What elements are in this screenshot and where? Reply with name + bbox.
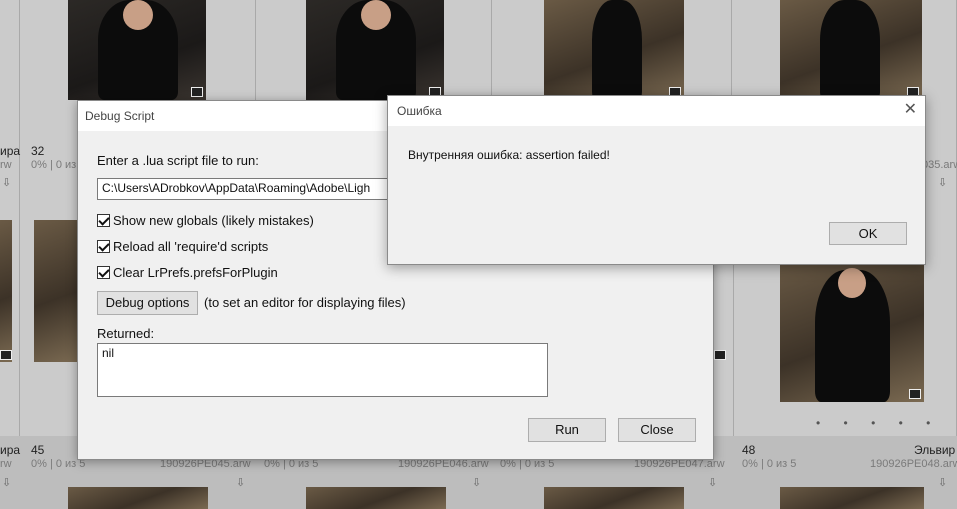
show-new-globals-label[interactable]: Show new globals (likely mistakes) (113, 213, 314, 228)
photo-thumbnail[interactable] (306, 0, 444, 100)
error-dialog: Ошибка ✕ Внутренняя ошибка: assertion fa… (387, 95, 926, 265)
rating-dots[interactable]: • • • • • (816, 416, 940, 430)
photo-thumbnail[interactable] (34, 220, 80, 362)
rotate-icon[interactable]: ⇩ (2, 176, 11, 189)
photo-thumbnail[interactable] (306, 487, 446, 509)
cell-name: Эльвир (914, 443, 956, 457)
rotate-icon[interactable]: ⇩ (2, 476, 11, 489)
cell-number: 32 (31, 144, 45, 158)
error-dialog-titlebar[interactable]: Ошибка ✕ (388, 96, 925, 126)
script-path-input[interactable]: C:\Users\ADrobkov\AppData\Roaming\Adobe\… (97, 178, 397, 200)
returned-output[interactable]: nil (97, 343, 548, 397)
debug-options-hint: (to set an editor for displaying files) (204, 295, 406, 310)
reload-requires-checkbox[interactable] (97, 240, 110, 253)
cell-name: ира (0, 443, 21, 457)
photo-thumbnail[interactable] (780, 487, 924, 509)
reload-requires-label[interactable]: Reload all 'require'd scripts (113, 239, 268, 254)
badge-icon (714, 350, 726, 360)
photo-thumbnail[interactable] (68, 0, 206, 100)
cell-rating-meta: 0% | 0 из 5 (742, 458, 797, 470)
cell-filename: rw (0, 159, 12, 171)
ok-button[interactable]: OK (829, 222, 907, 245)
rotate-icon[interactable]: ⇩ (472, 476, 481, 489)
photo-thumbnail[interactable] (0, 220, 12, 362)
cell-number: 48 (742, 443, 756, 457)
cell-filename: 035.arw (922, 159, 957, 171)
clear-prefs-checkbox[interactable] (97, 266, 110, 279)
returned-label: Returned: (97, 326, 155, 341)
photo-thumbnail[interactable] (544, 487, 684, 509)
rotate-icon[interactable]: ⇩ (708, 476, 717, 489)
show-new-globals-checkbox[interactable] (97, 214, 110, 227)
rotate-icon[interactable]: ⇩ (236, 476, 245, 489)
grid-cell[interactable] (0, 200, 20, 436)
grid-cell[interactable] (20, 200, 80, 436)
error-dialog-title: Ошибка (397, 104, 442, 118)
cell-name: ира (0, 144, 21, 158)
badge-icon (191, 87, 203, 97)
rotate-icon[interactable]: ⇩ (938, 476, 947, 489)
close-button[interactable]: Close (618, 418, 696, 442)
script-file-prompt: Enter a .lua script file to run: (97, 153, 259, 168)
run-button[interactable]: Run (528, 418, 606, 442)
photo-thumbnail[interactable] (68, 487, 208, 509)
badge-icon (0, 350, 12, 360)
photo-thumbnail[interactable] (780, 0, 922, 100)
cell-filename: rw (0, 458, 12, 470)
cell-number: 45 (31, 443, 45, 457)
debug-options-button[interactable]: Debug options (97, 291, 198, 315)
cell-filename: 190926PE048.arw (870, 458, 957, 470)
rotate-icon[interactable]: ⇩ (938, 176, 947, 189)
error-message: Внутренняя ошибка: assertion failed! (408, 148, 610, 162)
dialog-title: Debug Script (85, 109, 155, 123)
close-icon[interactable]: ✕ (904, 101, 917, 119)
clear-prefs-label[interactable]: Clear LrPrefs.prefsForPlugin (113, 265, 278, 280)
photo-thumbnail[interactable] (544, 0, 684, 100)
photo-thumbnail[interactable] (780, 260, 924, 402)
badge-icon (909, 389, 921, 399)
